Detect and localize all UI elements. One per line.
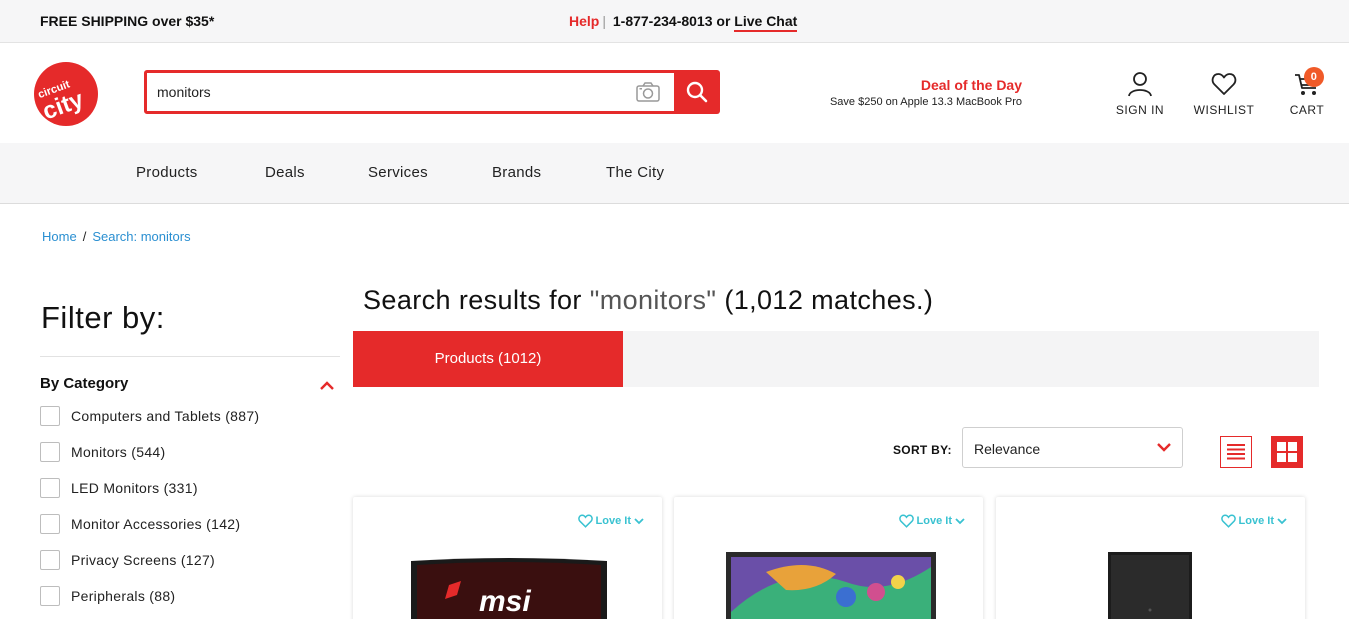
category-heading[interactable]: By Category (40, 375, 340, 392)
tab-products[interactable]: Products (1012) (353, 331, 623, 387)
love-it-button[interactable]: Love It (898, 514, 965, 528)
search-button[interactable] (674, 70, 720, 114)
nav-brands[interactable]: Brands (492, 164, 541, 181)
msi-brand-text: msi (479, 585, 531, 618)
cart-count-badge: 0 (1304, 67, 1324, 87)
category-label: LED Monitors (331) (71, 480, 198, 496)
phone-number: 1-877-234-8013 or (612, 13, 731, 29)
chevron-down-icon (1277, 518, 1287, 525)
breadcrumb-home[interactable]: Home (42, 229, 77, 244)
breadcrumb: Home / Search: monitors (42, 229, 191, 244)
product-image[interactable]: msi (409, 555, 609, 619)
search-input[interactable] (157, 81, 617, 103)
love-it-label: Love It (1238, 515, 1274, 527)
contact-separator: | (602, 13, 606, 29)
wishlist-label: WISHLIST (1193, 103, 1255, 117)
deal-title: Deal of the Day (920, 77, 1022, 93)
list-view-button[interactable] (1220, 436, 1252, 468)
cart-button[interactable]: 0 CART (1285, 67, 1329, 117)
chevron-down-icon (1156, 440, 1172, 458)
category-label: Peripherals (88) (71, 588, 176, 604)
category-item[interactable]: Privacy Screens (127) (40, 550, 340, 586)
sort-label: SORT BY: (893, 443, 952, 457)
live-chat-link[interactable]: Live Chat (734, 13, 798, 32)
heart-icon (1220, 514, 1236, 528)
wishlist-button[interactable]: WISHLIST (1190, 71, 1258, 117)
results-tabs: Products (1012) (353, 331, 1319, 387)
deal-subtitle: Save $250 on Apple 13.3 MacBook Pro (829, 96, 1022, 108)
category-label: Monitor Accessories (142) (71, 516, 241, 532)
search-icon (686, 81, 708, 103)
category-checkbox[interactable] (40, 406, 60, 426)
free-shipping-text: FREE SHIPPING over $35* (40, 13, 215, 29)
nav-services[interactable]: Services (368, 164, 428, 181)
category-item[interactable]: LED Monitors (331) (40, 478, 340, 514)
results-count: (1,012 matches.) (724, 285, 934, 315)
category-label: Monitors (544) (71, 444, 166, 460)
help-link[interactable]: Help (569, 13, 599, 29)
category-label: Privacy Screens (127) (71, 552, 216, 568)
category-heading-label: By Category (40, 375, 129, 392)
category-label: Computers and Tablets (887) (71, 408, 260, 424)
product-image[interactable] (1108, 552, 1192, 619)
category-checkbox[interactable] (40, 586, 60, 606)
filter-divider (40, 356, 340, 357)
category-item[interactable]: Computers and Tablets (887) (40, 406, 340, 442)
chevron-up-icon[interactable] (319, 378, 335, 395)
sort-select[interactable]: Relevance (962, 427, 1183, 468)
heart-icon (1211, 73, 1237, 95)
sort-value: Relevance (974, 441, 1041, 457)
category-list: Computers and Tablets (887) Monitors (54… (40, 406, 340, 619)
category-checkbox[interactable] (40, 478, 60, 498)
top-bar: FREE SHIPPING over $35* Help | 1-877-234-… (0, 0, 1349, 43)
chevron-down-icon (955, 518, 965, 525)
love-it-label: Love It (916, 515, 952, 527)
category-item[interactable]: Monitor Accessories (142) (40, 514, 340, 550)
love-it-label: Love It (595, 515, 631, 527)
product-image[interactable] (726, 552, 936, 619)
heart-icon (577, 514, 593, 528)
nav-products[interactable]: Products (136, 164, 198, 181)
results-query: "monitors" (589, 285, 717, 315)
contact-info: Help | 1-877-234-8013 or Live Chat (569, 13, 798, 32)
category-checkbox[interactable] (40, 514, 60, 534)
category-checkbox[interactable] (40, 550, 60, 570)
circuit-city-logo[interactable]: circuit city (32, 60, 100, 128)
grid-view-icon (1277, 442, 1297, 462)
results-title: Search results for "monitors" (1,012 mat… (363, 285, 933, 316)
product-card[interactable]: Love It msi (353, 497, 662, 619)
filter-title: Filter by: (41, 300, 165, 335)
grid-view-button[interactable] (1271, 436, 1303, 468)
cart-label: CART (1289, 103, 1325, 117)
search-box (144, 70, 720, 114)
nav-the-city[interactable]: The City (606, 164, 664, 181)
category-item[interactable]: Monitors (544) (40, 442, 340, 478)
love-it-button[interactable]: Love It (1220, 514, 1287, 528)
sign-in-button[interactable]: SIGN IN (1110, 71, 1170, 117)
results-title-prefix: Search results for (363, 285, 582, 315)
sign-in-label: SIGN IN (1115, 103, 1165, 117)
product-card[interactable]: Love It (674, 497, 983, 619)
chevron-down-icon (634, 518, 644, 525)
list-view-icon (1227, 444, 1245, 460)
deal-of-the-day[interactable]: Deal of the Day Save $250 on Apple 13.3 … (817, 77, 1022, 108)
breadcrumb-separator: / (82, 229, 87, 244)
user-icon (1128, 72, 1152, 97)
main-nav: Products Deals Services Brands The City (0, 143, 1349, 204)
nav-deals[interactable]: Deals (265, 164, 305, 181)
heart-icon (898, 514, 914, 528)
camera-icon[interactable] (635, 81, 661, 103)
category-checkbox[interactable] (40, 442, 60, 462)
product-card[interactable]: Love It (996, 497, 1305, 619)
breadcrumb-current[interactable]: Search: monitors (92, 229, 190, 244)
site-header: circuit city Deal of the Day Save $250 o… (0, 43, 1349, 143)
category-item[interactable]: Peripherals (88) (40, 586, 340, 619)
love-it-button[interactable]: Love It (577, 514, 644, 528)
